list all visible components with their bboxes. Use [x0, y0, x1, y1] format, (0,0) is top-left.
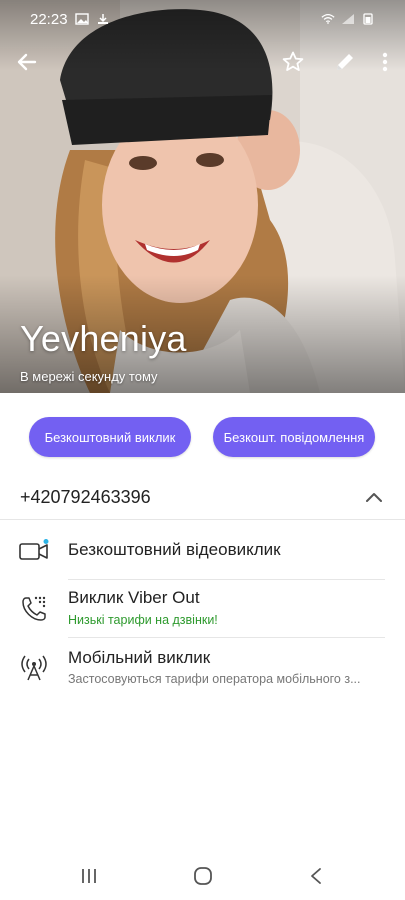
free-message-button[interactable]: Безкошт. повідомлення	[213, 417, 375, 457]
option-title: Мобільний виклик	[68, 648, 211, 667]
free-call-button[interactable]: Безкоштовний виклик	[29, 417, 191, 457]
mobile-call-option[interactable]: Мобільний виклик Застосовуються тарифи о…	[0, 638, 405, 696]
antenna-icon	[18, 652, 50, 684]
system-navigation-bar	[0, 852, 405, 900]
battery-icon	[363, 13, 373, 25]
contact-online-status: В мережі секунду тому	[20, 369, 158, 384]
more-vertical-icon	[382, 52, 388, 72]
phone-keypad-icon	[18, 593, 50, 625]
edit-button[interactable]	[329, 46, 361, 78]
home-icon	[194, 867, 212, 885]
star-icon	[282, 51, 304, 71]
chevron-up-icon	[366, 493, 382, 502]
viber-out-call-option[interactable]: Виклик Viber Out Низькі тарифи на дзвінк…	[0, 580, 405, 638]
profile-photo-header: 22:23 Yevheniya В мережі секунду тому	[0, 0, 405, 393]
option-subtitle: Низькі тарифи на дзвінки!	[68, 613, 218, 627]
collapse-button[interactable]	[361, 484, 387, 510]
system-back-button[interactable]	[300, 860, 332, 892]
pencil-icon	[337, 54, 353, 70]
recent-apps-icon	[82, 869, 96, 883]
free-video-call-option[interactable]: Безкоштовний відеовиклик	[0, 522, 405, 580]
more-options-button[interactable]	[369, 46, 401, 78]
gallery-notification-icon	[74, 13, 89, 25]
option-title: Виклик Viber Out	[68, 588, 200, 607]
download-notification-icon	[97, 14, 108, 24]
phone-number: +420792463396	[20, 487, 151, 507]
video-camera-icon	[18, 535, 50, 567]
phone-number-row[interactable]: +420792463396	[0, 478, 405, 520]
status-time: 22:23	[30, 10, 68, 28]
arrow-left-icon	[17, 53, 37, 71]
status-bar: 22:23	[0, 0, 405, 38]
contact-actions: Безкоштовний виклик Безкошт. повідомленн…	[0, 417, 405, 457]
chevron-left-icon	[311, 868, 321, 884]
recent-apps-button[interactable]	[73, 860, 105, 892]
home-button[interactable]	[187, 860, 219, 892]
contact-name: Yevheniya	[20, 318, 187, 359]
back-button[interactable]	[11, 46, 43, 78]
signal-icon	[342, 14, 354, 24]
wifi-icon	[321, 14, 335, 24]
option-title: Безкоштовний відеовиклик	[68, 540, 281, 559]
top-action-bar	[0, 46, 405, 80]
favorite-button[interactable]	[277, 46, 309, 78]
option-subtitle: Застосовуються тарифи оператора мобільно…	[68, 672, 361, 686]
